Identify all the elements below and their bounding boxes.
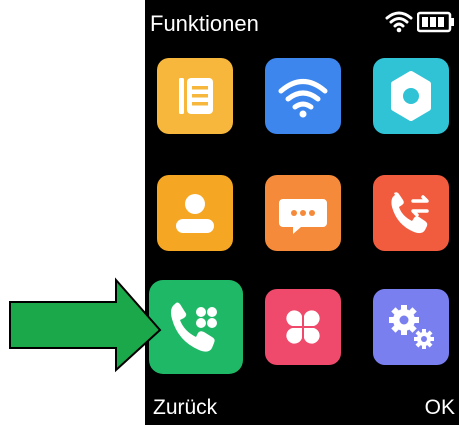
phone-screen: Funktionen Zurück OK (145, 0, 459, 425)
phone-keypad-icon (149, 280, 243, 374)
app-speed-dial[interactable] (149, 280, 243, 374)
gear-icon (373, 58, 449, 134)
list-icon (157, 58, 233, 134)
battery-icon (417, 11, 454, 33)
softkey-back[interactable]: Zurück (153, 395, 217, 421)
person-icon (157, 175, 233, 251)
page-title: Funktionen (150, 11, 259, 36)
clover-icon (265, 289, 341, 365)
app-call-log[interactable] (373, 175, 449, 251)
softkey-ok[interactable]: OK (425, 395, 455, 421)
app-wifi[interactable] (265, 58, 341, 134)
phone-transfer-icon (373, 175, 449, 251)
app-notes[interactable] (157, 58, 233, 134)
gears-icon (373, 289, 449, 365)
wifi-icon (265, 58, 341, 134)
app-contacts[interactable] (157, 175, 233, 251)
status-bar-icons (385, 8, 455, 36)
app-advanced-settings[interactable] (373, 289, 449, 365)
app-extras[interactable] (265, 289, 341, 365)
app-settings[interactable] (373, 58, 449, 134)
app-messages[interactable] (265, 175, 341, 251)
chat-icon (265, 175, 341, 251)
wifi-icon (385, 11, 413, 33)
